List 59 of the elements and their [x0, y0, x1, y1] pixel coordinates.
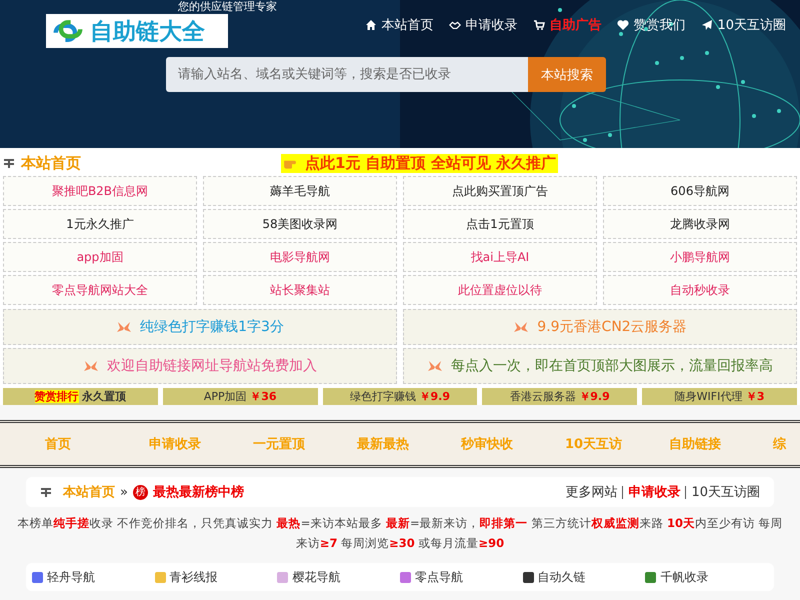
site-link[interactable]: 自动久链	[522, 568, 646, 586]
ad-button[interactable]: 赞赏排行 永久置顶	[3, 388, 158, 405]
site-link[interactable]: 606导航网	[603, 176, 797, 206]
butterfly-icon	[427, 358, 443, 374]
cart-icon	[533, 19, 546, 31]
site-link[interactable]: 电影导航网	[203, 242, 397, 272]
site-link[interactable]: 零点导航	[400, 568, 523, 586]
site-link[interactable]: 点击1元置顶	[403, 209, 597, 239]
banner-link[interactable]: 欢迎自助链接网址导航站免费加入	[3, 348, 397, 384]
ad-button[interactable]: 绿色打字赚钱 ￥9.9	[322, 388, 478, 405]
site-link[interactable]: 青衫线报	[154, 568, 278, 586]
site-link[interactable]: 聚推吧B2B信息网	[3, 176, 197, 206]
butterfly-icon	[513, 319, 530, 335]
site-link[interactable]: 找ai上导AI	[403, 242, 597, 272]
rank-badge: 榜	[132, 484, 148, 500]
site-link[interactable]: 樱花导航	[277, 568, 400, 586]
ad-button[interactable]: 随身WIFI代理 ￥3	[642, 388, 797, 405]
header-link[interactable]: 更多网站	[565, 483, 618, 501]
heart-icon	[617, 19, 630, 31]
menu-icon	[40, 486, 52, 498]
butterfly-icon	[116, 319, 132, 335]
banner-link[interactable]: 纯绿色打字赚钱1字3分	[3, 309, 397, 345]
ad-button[interactable]: APP加固 ￥36	[162, 388, 318, 405]
search-field[interactable]: 请输入站名、域名或关键词等，搜索是否已收录	[166, 57, 528, 92]
banner-link[interactable]: 9.9元香港CN2云服务器	[403, 309, 797, 345]
site-link[interactable]: 零点导航网站大全	[3, 275, 197, 305]
nav-link[interactable]: 10天互访圈	[701, 16, 786, 34]
site-link[interactable]: 轻舟导航	[32, 568, 155, 586]
site-link[interactable]: 1元永久推广	[3, 209, 197, 239]
home-icon	[365, 19, 378, 31]
page-title: 最热最新榜中榜	[152, 484, 244, 501]
header-link[interactable]: 10天互访圈	[691, 483, 760, 501]
site-link[interactable]: 千帆收录	[645, 568, 768, 586]
site-link[interactable]: 薅羊毛导航	[203, 176, 397, 206]
search-button[interactable]: 本站搜索	[528, 57, 606, 92]
menu-icon	[3, 157, 15, 169]
header-link[interactable]: 申请收录	[628, 483, 680, 501]
nav-link[interactable]: 本站首页	[365, 16, 434, 34]
nav-link[interactable]: 赞赏我们	[617, 16, 686, 34]
site-link[interactable]: 龙腾收录网	[603, 209, 797, 239]
site-link[interactable]: 自动秒收录	[603, 275, 797, 305]
site-link[interactable]: 此位置虚位以待	[403, 275, 597, 305]
breadcrumb-separator: »	[120, 484, 128, 500]
site-link[interactable]: app加固	[3, 242, 197, 272]
site-link[interactable]: 58美图收录网	[203, 209, 397, 239]
site-link[interactable]: 小鹏导航网	[603, 242, 797, 272]
site-link[interactable]: 站长聚集站	[203, 275, 397, 305]
banner-link[interactable]: 每点入一次，即在首页顶部大图展示，流量回报率高	[403, 348, 797, 384]
section-title: 本站首页	[21, 154, 81, 172]
site-logo[interactable]: 自助链大全	[46, 14, 228, 48]
tagline: 您的供应链管理专家	[176, 0, 279, 13]
site-link[interactable]: 点此购买置顶广告	[403, 176, 597, 206]
nav-link[interactable]: 自助广告	[533, 16, 602, 34]
nav-link[interactable]: 申请收录	[449, 16, 518, 34]
ranking-notice: 本榜单纯手搓收录 不作竞价排名，只凭真诚实力 最热=来访本站最多 最新=最新来访，即排第一 第三方统计权威监测来路 10天内至少有访 每周来访≥7 每周浏览≥30 或每月流量≥90	[16, 515, 784, 552]
paper-plane-icon	[701, 19, 714, 31]
promo-link[interactable]: 点此1元 自助置顶 全站可见 永久推广	[281, 154, 558, 172]
butterfly-icon	[83, 358, 99, 374]
ad-button[interactable]: 香港云服务器 ￥9.9	[482, 388, 638, 405]
